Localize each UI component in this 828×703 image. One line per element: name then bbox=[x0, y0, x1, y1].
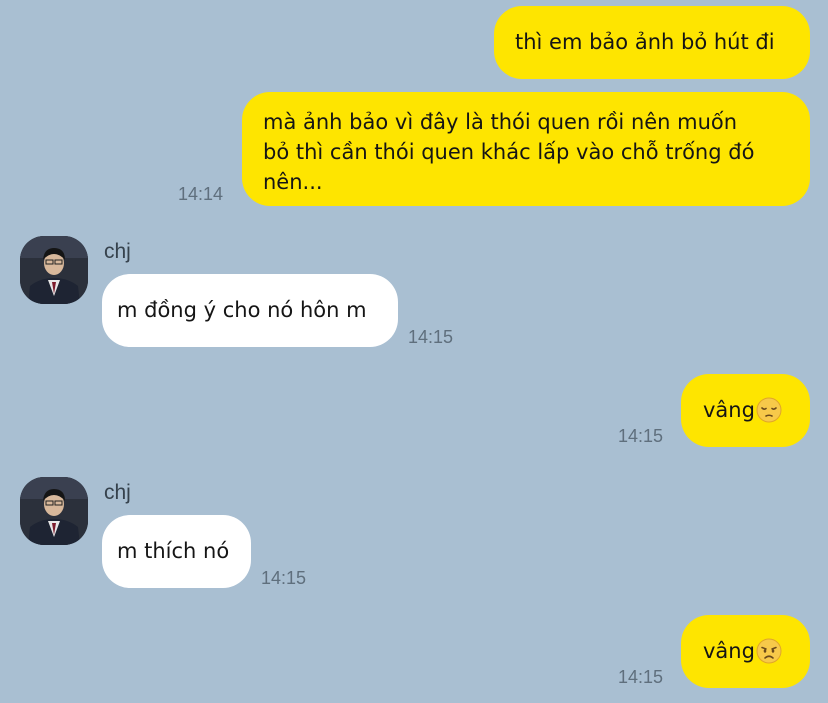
avatar-photo bbox=[20, 236, 88, 304]
message-bubble-outgoing[interactable]: mà ảnh bảo vì đây là thói quen rồi nên m… bbox=[242, 92, 810, 206]
message-text: m đồng ý cho nó hôn m bbox=[117, 298, 367, 322]
message-bubble-outgoing[interactable]: thì em bảo ảnh bỏ hút đi bbox=[494, 6, 810, 79]
message-line: bỏ thì cần thói quen khác lấp vào chỗ tr… bbox=[263, 140, 755, 164]
message-timestamp: 14:15 bbox=[408, 327, 454, 347]
message-line: mà ảnh bảo vì đây là thói quen rồi nên m… bbox=[263, 110, 738, 134]
pensive-face-emoji bbox=[756, 397, 782, 431]
message-line: nên... bbox=[263, 170, 323, 194]
avatar[interactable] bbox=[20, 236, 88, 304]
message-bubble-incoming[interactable]: m đồng ý cho nó hôn m bbox=[102, 274, 398, 347]
sender-name: chj bbox=[104, 240, 131, 263]
avatar-photo bbox=[20, 477, 88, 545]
sender-name: chj bbox=[104, 481, 131, 504]
message-bubble-outgoing[interactable]: vâng bbox=[681, 374, 810, 447]
message-timestamp: 14:15 bbox=[618, 667, 664, 687]
avatar[interactable] bbox=[20, 477, 88, 545]
message-bubble-incoming[interactable]: m thích nó bbox=[102, 515, 251, 588]
disappointed-face-emoji bbox=[756, 638, 782, 672]
message-timestamp: 14:14 bbox=[178, 184, 224, 204]
message-text: m thích nó bbox=[117, 539, 230, 563]
message-timestamp: 14:15 bbox=[261, 568, 307, 588]
message-text: vâng bbox=[703, 398, 755, 422]
message-timestamp: 14:15 bbox=[618, 426, 664, 446]
message-bubble-outgoing[interactable]: vâng bbox=[681, 615, 810, 688]
message-text: thì em bảo ảnh bỏ hút đi bbox=[515, 30, 775, 54]
message-text: vâng bbox=[703, 639, 755, 663]
